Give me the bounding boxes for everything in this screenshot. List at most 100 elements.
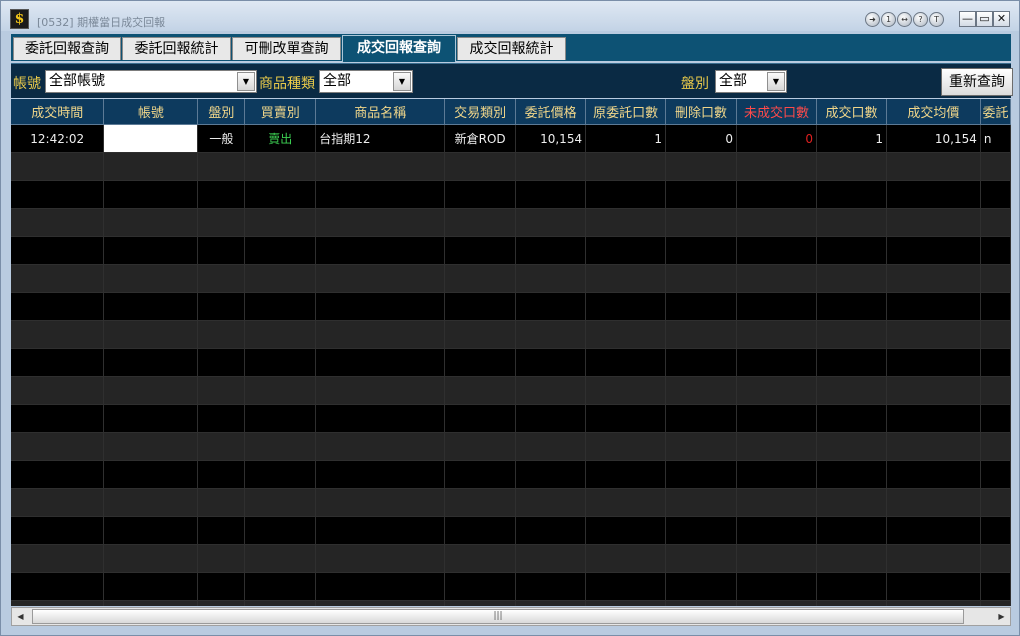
empty-cell — [980, 544, 1011, 573]
empty-cell — [886, 152, 981, 181]
empty-cell — [11, 488, 105, 517]
empty-cell — [886, 348, 981, 377]
empty-cell — [197, 348, 246, 377]
close-button[interactable]: ✕ — [993, 11, 1010, 27]
tab-fill-report-stats[interactable]: 成交回報統計 — [457, 37, 566, 60]
export-icon[interactable]: ➜ — [865, 12, 880, 27]
empty-cell — [515, 180, 587, 209]
empty-cell — [11, 376, 105, 405]
empty-cell — [816, 376, 887, 405]
empty-cell — [665, 348, 738, 377]
cell-fill-time: 12:42:02 — [11, 124, 105, 153]
col-header-side[interactable]: 買賣別 — [244, 99, 317, 125]
product-type-select[interactable]: 全部 ▼ — [319, 70, 413, 93]
session-select[interactable]: 全部 ▼ — [715, 70, 787, 93]
empty-cell — [515, 292, 587, 321]
col-header-filled-qty[interactable]: 成交口數 — [816, 99, 887, 125]
empty-cell — [515, 264, 587, 293]
empty-cell — [980, 264, 1011, 293]
empty-cell — [11, 264, 105, 293]
empty-cell — [980, 292, 1011, 321]
chevron-down-icon[interactable]: ▼ — [393, 72, 411, 91]
cell-orig-qty: 1 — [585, 124, 667, 153]
col-header-account[interactable]: 帳號 — [103, 99, 199, 125]
empty-cell — [585, 320, 667, 349]
empty-cell — [886, 516, 981, 545]
empty-cell — [444, 460, 517, 489]
maximize-button[interactable]: ▭ — [976, 11, 993, 27]
link-icon[interactable]: ↔ — [897, 12, 912, 27]
col-header-cancel-qty[interactable]: 刪除口數 — [665, 99, 738, 125]
tab-order-report-stats[interactable]: 委託回報統計 — [122, 37, 231, 60]
empty-cell — [886, 236, 981, 265]
title-bar: $ [0532] 期權當日成交回報 ➜ 1 ↔ ? T — ▭ ✕ — [1, 1, 1019, 31]
empty-cell — [11, 600, 105, 606]
col-header-product[interactable]: 商品名稱 — [315, 99, 446, 125]
empty-cell — [244, 488, 317, 517]
empty-cell — [736, 236, 817, 265]
help-icon[interactable]: ? — [913, 12, 928, 27]
table-header-row: 成交時間 帳號 盤別 買賣別 商品名稱 交易類別 委託價格 原委託口數 刪除口數… — [11, 99, 1011, 125]
col-header-avg-price[interactable]: 成交均價 — [886, 99, 981, 125]
empty-table-row — [11, 432, 1011, 461]
minimize-button[interactable]: — — [959, 11, 976, 27]
pin-icon[interactable]: T — [929, 12, 944, 27]
empty-cell — [736, 348, 817, 377]
account-select[interactable]: 全部帳號 ▼ — [45, 70, 257, 93]
empty-cell — [980, 376, 1011, 405]
empty-cell — [736, 516, 817, 545]
empty-cell — [11, 320, 105, 349]
table-row[interactable]: 12:42:02 一般 賣出 台指期12 新倉ROD 10,154 1 0 0 … — [11, 124, 1011, 153]
scrollbar-thumb[interactable]: ||| — [32, 609, 964, 624]
empty-cell — [585, 236, 667, 265]
empty-cell — [197, 516, 246, 545]
empty-cell — [736, 152, 817, 181]
empty-cell — [515, 544, 587, 573]
empty-cell — [103, 404, 199, 433]
empty-cell — [585, 600, 667, 606]
empty-cell — [315, 404, 446, 433]
empty-cell — [444, 432, 517, 461]
empty-cell — [736, 208, 817, 237]
account-select-value: 全部帳號 — [49, 73, 105, 89]
empty-cell — [736, 180, 817, 209]
empty-cell — [816, 320, 887, 349]
scroll-right-icon[interactable]: ▶ — [993, 608, 1010, 625]
empty-cell — [11, 460, 105, 489]
empty-cell — [244, 404, 317, 433]
empty-cell — [886, 544, 981, 573]
empty-cell — [11, 404, 105, 433]
col-header-orig-qty[interactable]: 原委託口數 — [585, 99, 667, 125]
tab-amendable-orders[interactable]: 可刪改單查詢 — [232, 37, 341, 60]
empty-cell — [244, 572, 317, 601]
tab-fill-report-query[interactable]: 成交回報查詢 — [342, 35, 456, 62]
fill-report-table[interactable]: 成交時間 帳號 盤別 買賣別 商品名稱 交易類別 委託價格 原委託口數 刪除口數… — [11, 99, 1011, 606]
empty-cell — [197, 208, 246, 237]
col-header-unfilled-qty[interactable]: 未成交口數 — [736, 99, 817, 125]
col-header-order-ref[interactable]: 委託 — [980, 99, 1011, 125]
requery-button[interactable]: 重新查詢 — [941, 68, 1013, 96]
empty-cell — [103, 180, 199, 209]
empty-cell — [665, 152, 738, 181]
scroll-left-icon[interactable]: ◀ — [12, 608, 29, 625]
info-icon[interactable]: 1 — [881, 12, 896, 27]
col-header-order-price[interactable]: 委託價格 — [515, 99, 587, 125]
col-header-trade-type[interactable]: 交易類別 — [444, 99, 517, 125]
empty-table-row — [11, 488, 1011, 517]
empty-cell — [816, 348, 887, 377]
empty-cell — [11, 152, 105, 181]
tab-order-report-query[interactable]: 委託回報查詢 — [13, 37, 121, 60]
empty-cell — [980, 432, 1011, 461]
empty-cell — [103, 236, 199, 265]
col-header-fill-time[interactable]: 成交時間 — [11, 99, 105, 125]
col-header-session[interactable]: 盤別 — [197, 99, 246, 125]
empty-cell — [515, 488, 587, 517]
horizontal-scrollbar[interactable]: ◀ ||| ▶ — [11, 607, 1011, 626]
empty-cell — [736, 600, 817, 606]
empty-cell — [103, 488, 199, 517]
chevron-down-icon[interactable]: ▼ — [767, 72, 785, 91]
cell-filled-qty: 1 — [816, 124, 887, 153]
chevron-down-icon[interactable]: ▼ — [237, 72, 255, 91]
empty-cell — [736, 404, 817, 433]
empty-table-row — [11, 264, 1011, 293]
